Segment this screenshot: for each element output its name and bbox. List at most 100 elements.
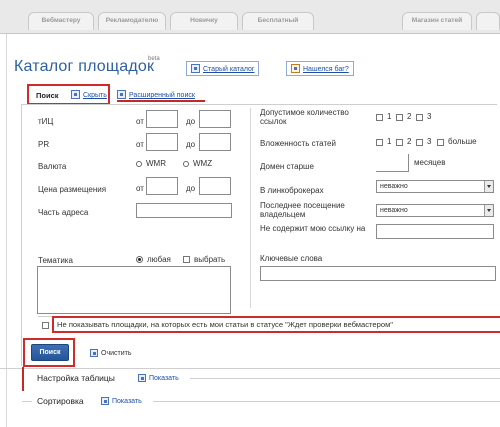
chevron-down-icon[interactable] [484,205,493,216]
form-divider [250,108,251,308]
collapse-icon [71,90,80,100]
advanced-search-icon [117,90,126,100]
address-part-label: Часть адреса [38,208,89,217]
tab-more[interactable] [476,12,500,30]
domain-older-input[interactable] [376,154,409,172]
section-separator-1 [0,368,500,369]
chevron-down-icon[interactable] [484,181,493,192]
keywords-input[interactable] [260,266,496,281]
thematic-any-radio[interactable] [136,256,143,263]
bug-icon [291,64,300,74]
linkbrokers-select[interactable]: неважно [376,180,494,193]
links-2-label: 2 [407,112,412,121]
tab-webmaster[interactable]: Вебмастеру [28,12,94,30]
section-line-2-left [22,401,32,402]
sorting-show-wrap[interactable]: Показать [101,396,142,405]
dont-show-checkbox[interactable] [42,322,49,329]
expand-icon [138,373,146,382]
nesting-more-checkbox[interactable] [437,139,444,146]
top-navigation-bar: Вебмастеру Рекламодателю Новичку Бесплат… [0,0,500,34]
clear-link-wrap[interactable]: Очистить [90,348,131,357]
tab-article-shop[interactable]: Магазин статей [402,12,472,30]
links-1-label: 1 [387,112,392,121]
price-to-input[interactable] [199,177,231,195]
wmz-label: WMZ [193,159,213,168]
last-visit-select[interactable]: неважно [376,204,494,217]
clear-link[interactable]: Очистить [101,350,131,357]
links-3-checkbox[interactable] [416,114,423,121]
form-top-border [21,104,497,105]
thematic-choose-checkbox[interactable] [183,256,190,263]
links-3-label: 3 [427,112,432,121]
pr-label: PR [38,140,50,149]
wmz-radio[interactable] [183,161,189,167]
tab-newbie[interactable]: Новичку [170,12,238,30]
thematic-label: Тематика [38,256,73,265]
no-my-link-input[interactable] [376,224,494,239]
tab-search[interactable]: Поиск [36,91,59,100]
tab-free[interactable]: Бесплатный [242,12,314,30]
advanced-search-wrap[interactable]: Расширенный поиск [117,90,195,100]
found-bug-link[interactable]: Нашелся баг? [303,66,349,73]
table-settings-title: Настройка таблицы [37,373,115,383]
hide-link[interactable]: Скрыть [83,92,107,99]
nesting-3-label: 3 [427,137,432,146]
page-title: Каталог площадок [14,58,155,75]
tic-from-label: от [136,117,144,126]
address-part-input[interactable] [136,203,232,218]
tab-advertiser[interactable]: Рекламодателю [98,12,166,30]
dont-show-label: Не показывать площадки, на которых есть … [57,320,393,329]
section-red-marker [22,367,24,391]
tic-label: тИЦ [38,117,54,126]
expand-icon [101,396,109,405]
sorting-show-link[interactable]: Показать [112,398,142,405]
nesting-2-checkbox[interactable] [396,139,403,146]
price-from-input[interactable] [146,177,178,195]
links-2-checkbox[interactable] [396,114,403,121]
advanced-search-link[interactable]: Расширенный поиск [129,92,195,99]
table-settings-show-link[interactable]: Показать [149,375,179,382]
clear-icon [90,348,98,357]
linkbrokers-value: неважно [380,183,408,190]
allowed-links-label: Допустимое количество ссылок [260,108,349,126]
old-catalog-link-box[interactable]: Старый каталог [186,61,260,77]
no-my-link-label: Не содержит мою ссылку на [260,224,366,233]
tic-to-input[interactable] [199,110,231,128]
form-left-border [21,104,22,366]
tic-from-input[interactable] [146,110,178,128]
catalog-icon [191,64,200,74]
keywords-label: Ключевые слова [260,254,323,263]
wmr-radio[interactable] [136,161,142,167]
search-button[interactable]: Поиск [31,344,69,361]
price-from-label: от [136,184,144,193]
last-visit-label: Последнее посещение владельцем [260,201,345,219]
section-line-1 [190,378,500,379]
nesting-more-label: больше [448,137,477,146]
months-label: месяцев [414,158,446,167]
old-catalog-link[interactable]: Старый каталог [203,66,254,73]
section-line-2 [153,401,500,402]
linkbrokers-label: В линкоброкерах [260,186,324,195]
price-label: Цена размещения [38,185,107,194]
bug-report-link-box[interactable]: Нашелся баг? [286,61,354,77]
thematic-any-label: любая [147,255,171,264]
nesting-2-label: 2 [407,137,412,146]
thematic-textarea[interactable] [37,266,231,314]
nesting-1-checkbox[interactable] [376,139,383,146]
sorting-title: Сортировка [37,396,84,406]
wmr-label: WMR [146,159,166,168]
currency-label: Валюта [38,162,67,171]
domain-older-label: Домен старше [260,162,314,171]
pr-to-label: до [186,140,196,149]
table-settings-show-wrap[interactable]: Показать [138,373,179,382]
advanced-underline [117,100,205,102]
pr-to-input[interactable] [199,133,231,151]
tic-to-label: до [186,117,196,126]
pr-from-label: от [136,140,144,149]
pr-from-input[interactable] [146,133,178,151]
hide-link-wrap[interactable]: Скрыть [71,90,107,100]
last-visit-value: неважно [380,207,408,214]
nesting-3-checkbox[interactable] [416,139,423,146]
links-1-checkbox[interactable] [376,114,383,121]
thematic-choose-label: выбрать [194,255,226,264]
